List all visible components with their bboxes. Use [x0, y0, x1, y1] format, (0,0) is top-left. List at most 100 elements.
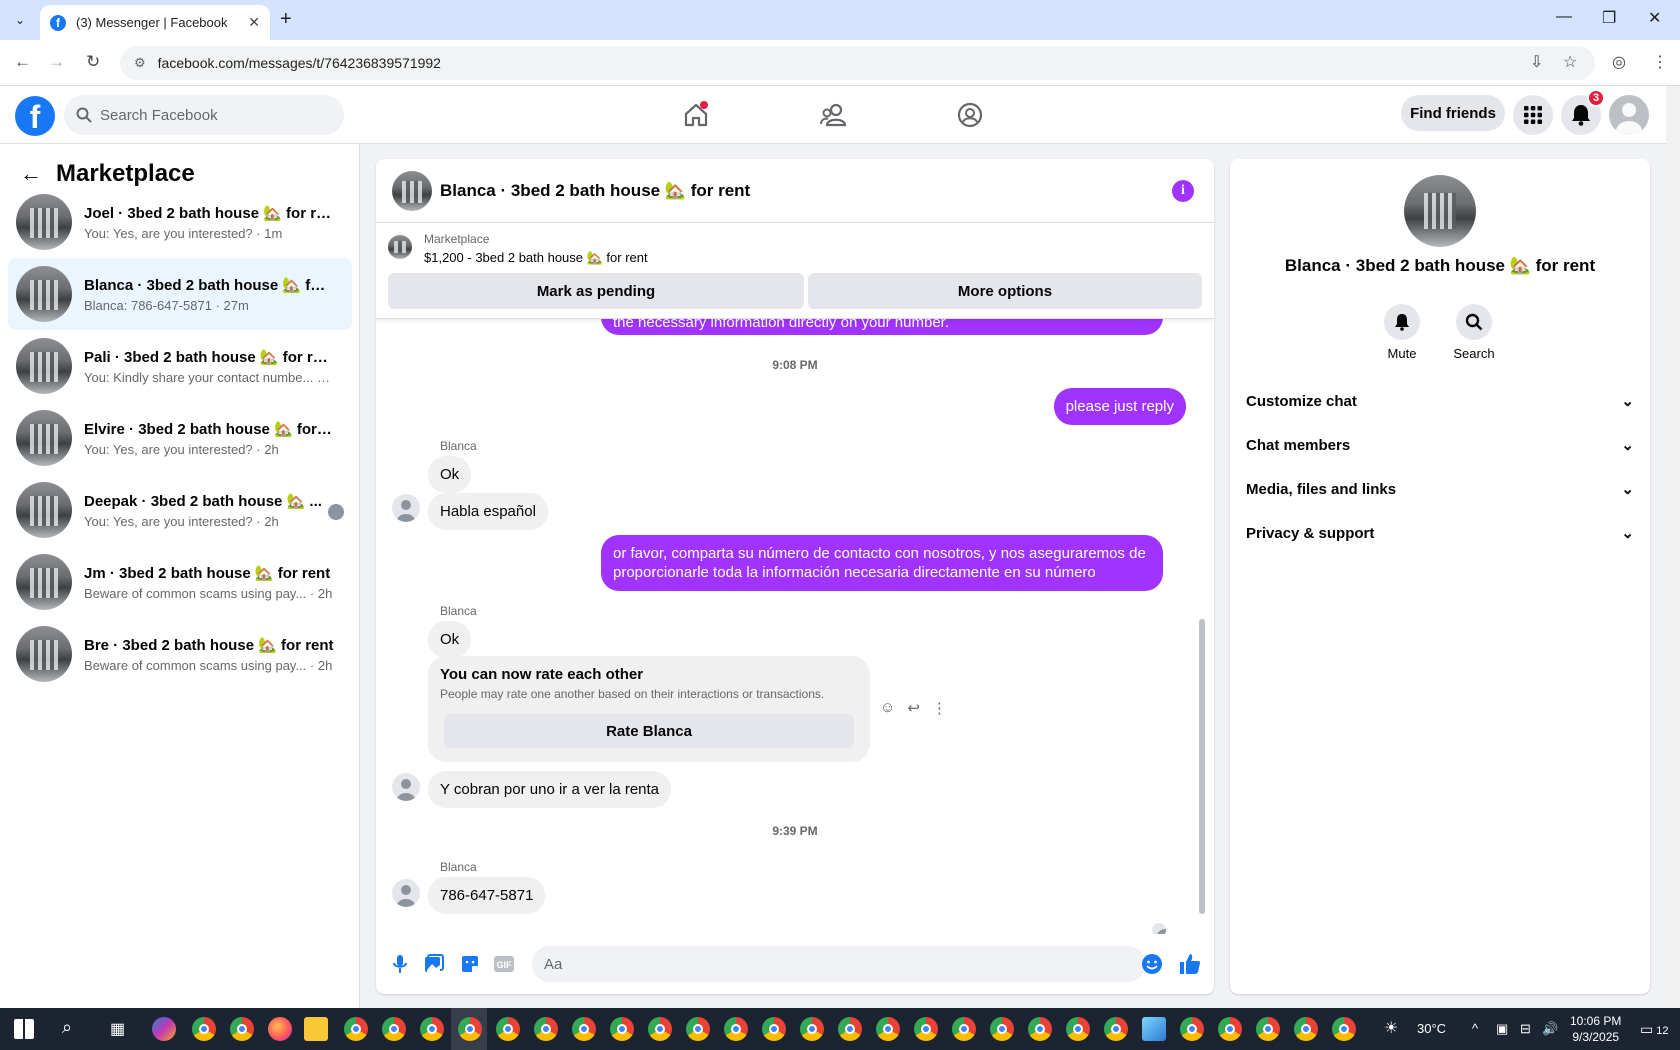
browser-tab[interactable]: f (3) Messenger | Facebook ✕ [40, 5, 270, 40]
chrome-icon[interactable] [534, 1017, 558, 1041]
listing-price-title[interactable]: $1,200 - 3bed 2 bath house 🏡 for rent [424, 250, 648, 266]
chat-scrollbar-thumb[interactable] [1199, 619, 1205, 914]
chrome-icon[interactable] [1332, 1017, 1356, 1041]
conversation-item[interactable]: Deepak · 3bed 2 bath house 🏡 ... You: Ye… [8, 474, 352, 546]
chrome-icon[interactable] [1066, 1017, 1090, 1041]
reload-icon[interactable]: ↻ [86, 52, 100, 72]
notepad-icon[interactable] [1142, 1017, 1166, 1041]
photo-icon[interactable] [422, 952, 446, 976]
chrome-icon[interactable] [762, 1017, 786, 1041]
menu-grid-icon[interactable] [1513, 95, 1553, 135]
back-arrow-icon[interactable]: ← [20, 161, 42, 187]
details-listing-avatar[interactable] [1404, 175, 1476, 247]
conversation-item[interactable]: Jm · 3bed 2 bath house 🏡 for rent Beware… [8, 546, 352, 618]
chrome-icon[interactable] [1218, 1017, 1242, 1041]
chrome-icon[interactable] [496, 1017, 520, 1041]
browser-menu-icon[interactable]: ⋮ [1652, 52, 1668, 72]
page-scrollbar[interactable] [1666, 86, 1680, 1008]
chrome-icon[interactable] [192, 1017, 216, 1041]
chrome-icon[interactable] [952, 1017, 976, 1041]
info-icon[interactable]: i [1172, 180, 1194, 202]
chrome-icon[interactable] [382, 1017, 406, 1041]
conversation-item-active[interactable]: Blanca · 3bed 2 bath house 🏡 for ... Bla… [8, 258, 352, 330]
search-in-chat-button[interactable]: Search [1444, 304, 1504, 361]
home-nav-icon[interactable] [676, 100, 716, 130]
emoji-icon[interactable] [1140, 952, 1164, 976]
conversation-item[interactable]: Elvire · 3bed 2 bath house 🏡 for r... Yo… [8, 402, 352, 474]
tray-chevron-icon[interactable]: ^ [1472, 1021, 1478, 1036]
sender-avatar[interactable] [392, 879, 420, 907]
chrome-icon[interactable] [344, 1017, 368, 1041]
install-app-icon[interactable]: ⇩ [1530, 52, 1543, 72]
rate-blanca-button[interactable]: Rate Blanca [444, 714, 854, 748]
gif-icon[interactable]: GIF [492, 952, 516, 976]
firefox-icon[interactable] [268, 1017, 292, 1041]
incoming-message[interactable]: Ok [428, 456, 472, 493]
outgoing-message[interactable]: the necessary information directly on yo… [601, 319, 1163, 335]
outgoing-message[interactable]: please just reply [1053, 388, 1186, 425]
chat-scrollbar[interactable] [1198, 319, 1206, 919]
file-explorer-icon[interactable] [304, 1017, 328, 1041]
find-friends-button[interactable]: Find friends [1401, 95, 1505, 131]
forward-icon[interactable]: → [48, 52, 65, 72]
chrome-icon[interactable] [876, 1017, 900, 1041]
new-tab-icon[interactable]: + [280, 8, 292, 31]
tray-device-icon[interactable]: ▣ [1496, 1021, 1508, 1037]
temperature[interactable]: 30°C [1417, 1021, 1446, 1036]
chrome-icon[interactable] [1180, 1017, 1204, 1041]
privacy-support-row[interactable]: Privacy & support ⌄ [1246, 513, 1634, 553]
chrome-icon[interactable] [1294, 1017, 1318, 1041]
chrome-icon[interactable] [914, 1017, 938, 1041]
incoming-message[interactable]: Habla español [428, 493, 548, 530]
chrome-icon[interactable] [990, 1017, 1014, 1041]
chrome-icon[interactable] [1256, 1017, 1280, 1041]
bookmark-star-icon[interactable]: ☆ [1563, 52, 1577, 72]
react-emoji-icon[interactable]: ☺ [880, 699, 895, 717]
like-thumb-icon[interactable] [1178, 952, 1202, 976]
chrome-icon-active[interactable] [458, 1017, 482, 1041]
copilot-icon[interactable] [152, 1017, 176, 1041]
chrome-icon[interactable] [1028, 1017, 1052, 1041]
chrome-icon[interactable] [230, 1017, 254, 1041]
notifications-bell-icon[interactable]: 3 [1561, 89, 1605, 135]
chat-listing-avatar[interactable] [392, 170, 432, 211]
chat-members-row[interactable]: Chat members ⌄ [1246, 425, 1634, 465]
reply-icon[interactable]: ↩ [907, 699, 920, 717]
listing-mini-thumbnail[interactable] [388, 235, 412, 259]
restore-icon[interactable]: ❐ [1602, 8, 1616, 28]
incoming-message[interactable]: Y cobran por uno ir a ver la renta [428, 771, 672, 808]
minimize-icon[interactable]: — [1556, 8, 1572, 26]
profile-icon[interactable]: ◎ [1612, 52, 1626, 72]
network-icon[interactable]: ⊟ [1520, 1021, 1531, 1037]
sender-avatar[interactable] [392, 773, 420, 801]
chrome-icon[interactable] [420, 1017, 444, 1041]
conversation-item[interactable]: Bre · 3bed 2 bath house 🏡 for rent Bewar… [8, 618, 352, 690]
mute-button[interactable]: Mute [1372, 304, 1432, 361]
message-list[interactable]: the necessary information directly on yo… [376, 319, 1214, 934]
mark-as-pending-button[interactable]: Mark as pending [388, 273, 804, 309]
microphone-icon[interactable] [388, 952, 412, 976]
volume-icon[interactable]: 🔊 [1542, 1021, 1558, 1037]
sticker-icon[interactable] [458, 952, 482, 976]
task-view-icon[interactable]: ▦ [110, 1019, 125, 1039]
sender-avatar[interactable] [392, 494, 420, 522]
chrome-icon[interactable] [800, 1017, 824, 1041]
address-bar[interactable]: ⚙ facebook.com/messages/t/76423683957199… [120, 46, 1595, 80]
conversation-item[interactable]: Pali · 3bed 2 bath house 🏡 for rent You:… [8, 330, 352, 402]
chrome-icon[interactable] [724, 1017, 748, 1041]
incoming-message[interactable]: 786-647-5871 [428, 877, 546, 914]
media-files-links-row[interactable]: Media, files and links ⌄ [1246, 469, 1634, 509]
chrome-icon[interactable] [686, 1017, 710, 1041]
friends-nav-icon[interactable] [814, 100, 854, 130]
site-info-icon[interactable]: ⚙ [134, 55, 146, 71]
chrome-icon[interactable] [1104, 1017, 1128, 1041]
search-icon[interactable]: ⌕ [62, 1017, 72, 1038]
facebook-logo-icon[interactable]: f [15, 96, 55, 136]
account-avatar[interactable] [1609, 95, 1649, 135]
window-close-icon[interactable]: ✕ [1648, 8, 1661, 28]
customize-chat-row[interactable]: Customize chat ⌄ [1246, 381, 1634, 421]
outgoing-message[interactable]: or favor, comparta su número de contacto… [601, 535, 1163, 591]
more-actions-icon[interactable]: ⋮ [932, 699, 947, 717]
incoming-message[interactable]: Ok [428, 621, 472, 658]
conversation-item[interactable]: Joel · 3bed 2 bath house 🏡 for rent You:… [8, 186, 352, 258]
